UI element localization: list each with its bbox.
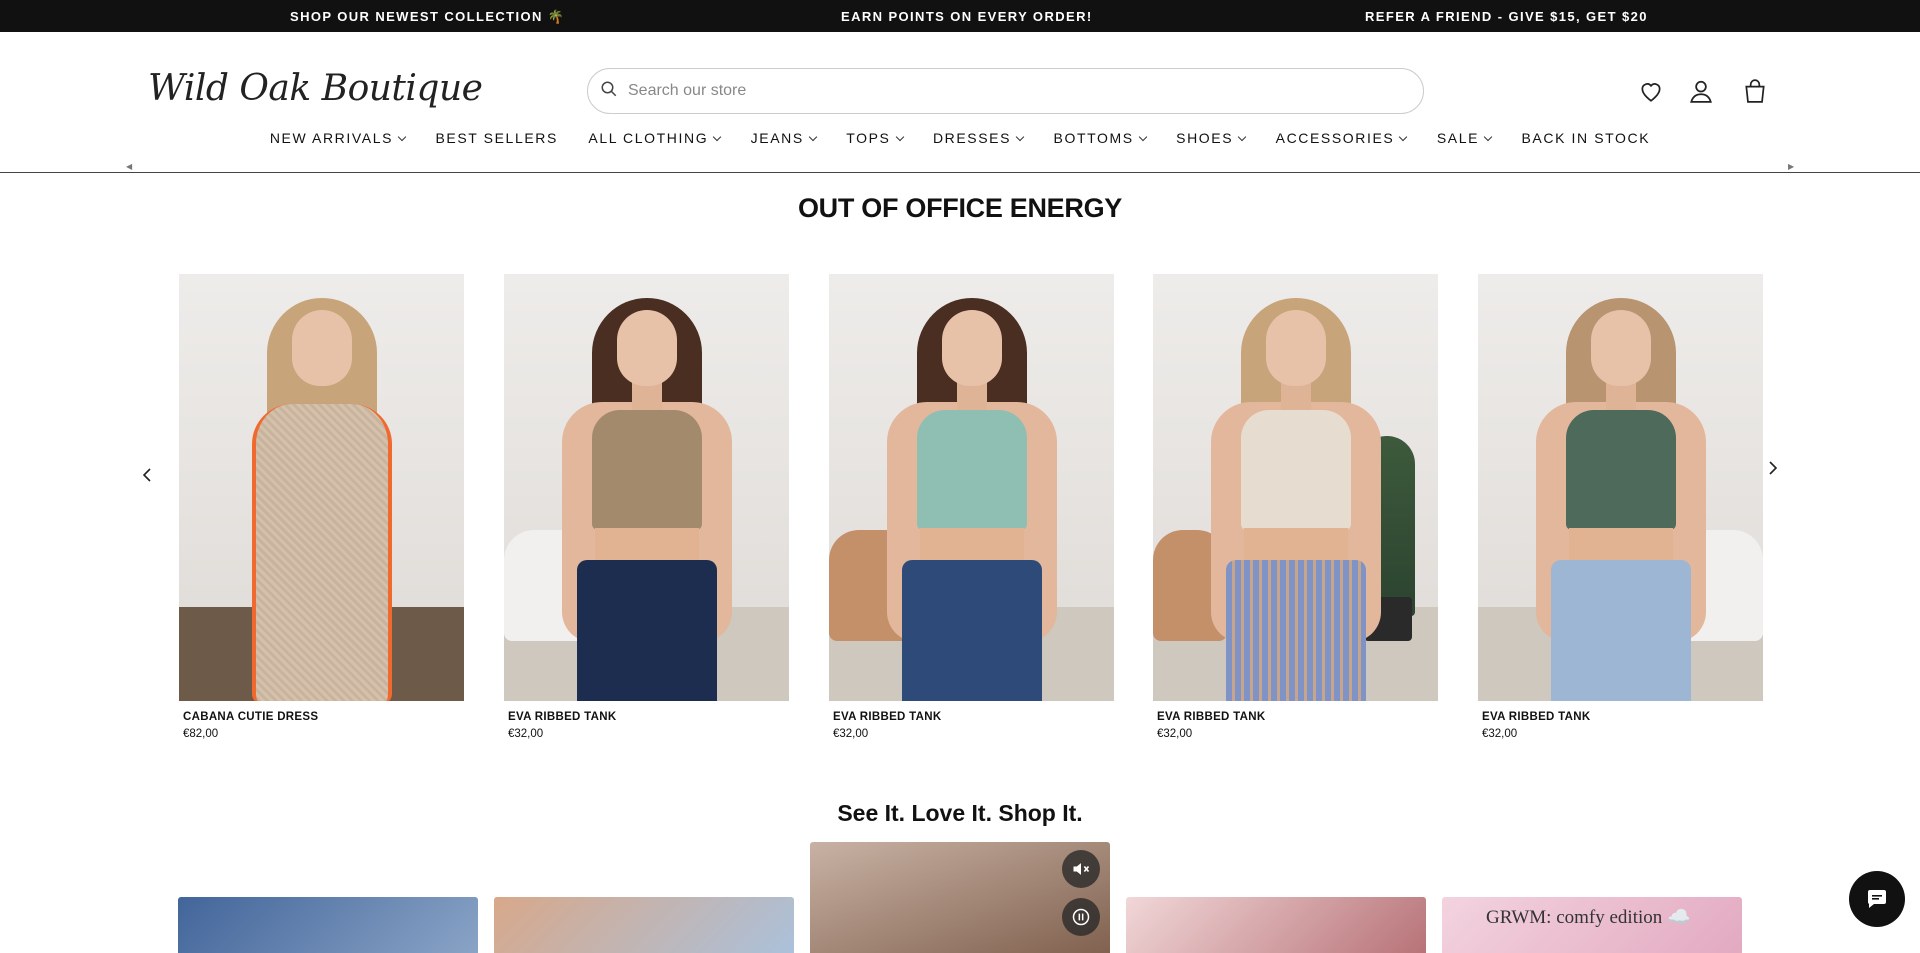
nav-scroll-left-icon[interactable]: ◀ bbox=[126, 162, 132, 171]
product-name[interactable]: EVA RIBBED TANK bbox=[1482, 711, 1763, 723]
account-icon[interactable] bbox=[1686, 76, 1716, 106]
carousel-prev-button[interactable] bbox=[135, 463, 159, 487]
product-name[interactable]: EVA RIBBED TANK bbox=[1157, 711, 1438, 723]
product-price: €32,00 bbox=[1482, 728, 1518, 740]
product-card[interactable]: EVA RIBBED TANK €32,00 bbox=[829, 274, 1114, 740]
product-image[interactable] bbox=[829, 274, 1114, 701]
chevron-down-icon bbox=[1399, 132, 1408, 142]
announcement-bar: SHOP OUR NEWEST COLLECTION 🌴 EARN POINTS… bbox=[0, 0, 1920, 32]
chevron-down-icon bbox=[1237, 132, 1247, 142]
site-header: Wild Oak Boutique NEW ARRIVALS BEST SELL… bbox=[0, 32, 1920, 173]
chevron-down-icon bbox=[808, 132, 818, 142]
announcement-text[interactable]: REFER A FRIEND - GIVE $15, GET $20 bbox=[1365, 9, 1648, 24]
chat-button[interactable] bbox=[1849, 871, 1905, 927]
nav-item-best-sellers[interactable]: BEST SELLERS bbox=[435, 130, 557, 146]
chevron-down-icon bbox=[1015, 132, 1025, 142]
product-card[interactable]: EVA RIBBED TANK €32,00 bbox=[1478, 274, 1763, 740]
nav-item-dresses[interactable]: DRESSES bbox=[933, 130, 1025, 146]
chevron-down-icon bbox=[1483, 132, 1493, 142]
pause-icon[interactable] bbox=[1062, 898, 1100, 936]
product-image[interactable] bbox=[1153, 274, 1438, 701]
nav-scroll-right-icon[interactable]: ▶ bbox=[1788, 162, 1794, 171]
product-name[interactable]: EVA RIBBED TANK bbox=[833, 711, 1114, 723]
store-logo[interactable]: Wild Oak Boutique bbox=[148, 68, 483, 109]
mute-icon[interactable] bbox=[1062, 850, 1100, 888]
product-price: €32,00 bbox=[508, 728, 544, 740]
video-player[interactable] bbox=[810, 842, 1110, 953]
chevron-down-icon bbox=[1138, 132, 1147, 142]
product-price: €82,00 bbox=[183, 728, 219, 740]
carousel-next-button[interactable] bbox=[1761, 456, 1785, 480]
nav-item-all-clothing[interactable]: ALL CLOTHING bbox=[588, 130, 722, 146]
product-card[interactable]: EVA RIBBED TANK €32,00 bbox=[1153, 274, 1438, 740]
video-caption: GRWM: comfy edition ☁️ bbox=[1486, 907, 1691, 928]
video-thumbnail[interactable]: GRWM: comfy edition ☁️ bbox=[1442, 897, 1742, 953]
search-input[interactable] bbox=[628, 82, 1388, 100]
search-icon bbox=[600, 80, 618, 103]
nav-item-sale[interactable]: SALE bbox=[1437, 130, 1493, 146]
nav-item-tops[interactable]: TOPS bbox=[846, 130, 904, 146]
nav-item-jeans[interactable]: JEANS bbox=[751, 130, 818, 146]
video-thumbnail[interactable] bbox=[494, 897, 794, 953]
nav-item-accessories[interactable]: ACCESSORIES bbox=[1276, 130, 1408, 146]
main-nav: NEW ARRIVALS BEST SELLERS ALL CLOTHING J… bbox=[0, 130, 1920, 148]
product-image[interactable] bbox=[179, 274, 464, 701]
chat-icon bbox=[1867, 890, 1886, 908]
product-image[interactable] bbox=[1478, 274, 1763, 701]
announcement-text[interactable]: SHOP OUR NEWEST COLLECTION 🌴 bbox=[290, 9, 565, 25]
product-card[interactable]: CABANA CUTIE DRESS €82,00 bbox=[179, 274, 464, 740]
product-card[interactable]: EVA RIBBED TANK €32,00 bbox=[504, 274, 789, 740]
search-bar[interactable] bbox=[587, 68, 1424, 114]
nav-item-back-in-stock[interactable]: BACK IN STOCK bbox=[1521, 130, 1650, 146]
nav-item-shoes[interactable]: SHOES bbox=[1176, 130, 1247, 146]
nav-item-new-arrivals[interactable]: NEW ARRIVALS bbox=[270, 130, 407, 146]
product-image[interactable] bbox=[504, 274, 789, 701]
product-name[interactable]: CABANA CUTIE DRESS bbox=[183, 711, 464, 723]
product-price: €32,00 bbox=[833, 728, 869, 740]
video-thumbnail[interactable] bbox=[178, 897, 478, 953]
product-name[interactable]: EVA RIBBED TANK bbox=[508, 711, 789, 723]
announcement-text[interactable]: EARN POINTS ON EVERY ORDER! bbox=[841, 9, 1093, 24]
chevron-down-icon bbox=[895, 132, 904, 142]
section-title: OUT OF OFFICE ENERGY bbox=[797, 193, 1122, 223]
cart-icon[interactable] bbox=[1740, 76, 1770, 106]
chevron-down-icon bbox=[712, 132, 722, 142]
video-thumbnail[interactable] bbox=[1126, 897, 1426, 953]
product-price: €32,00 bbox=[1157, 728, 1193, 740]
heart-icon[interactable] bbox=[1636, 76, 1666, 106]
chevron-down-icon bbox=[397, 132, 407, 142]
nav-item-bottoms[interactable]: BOTTOMS bbox=[1054, 130, 1147, 146]
section-title: See It. Love It. Shop It. bbox=[837, 800, 1083, 826]
